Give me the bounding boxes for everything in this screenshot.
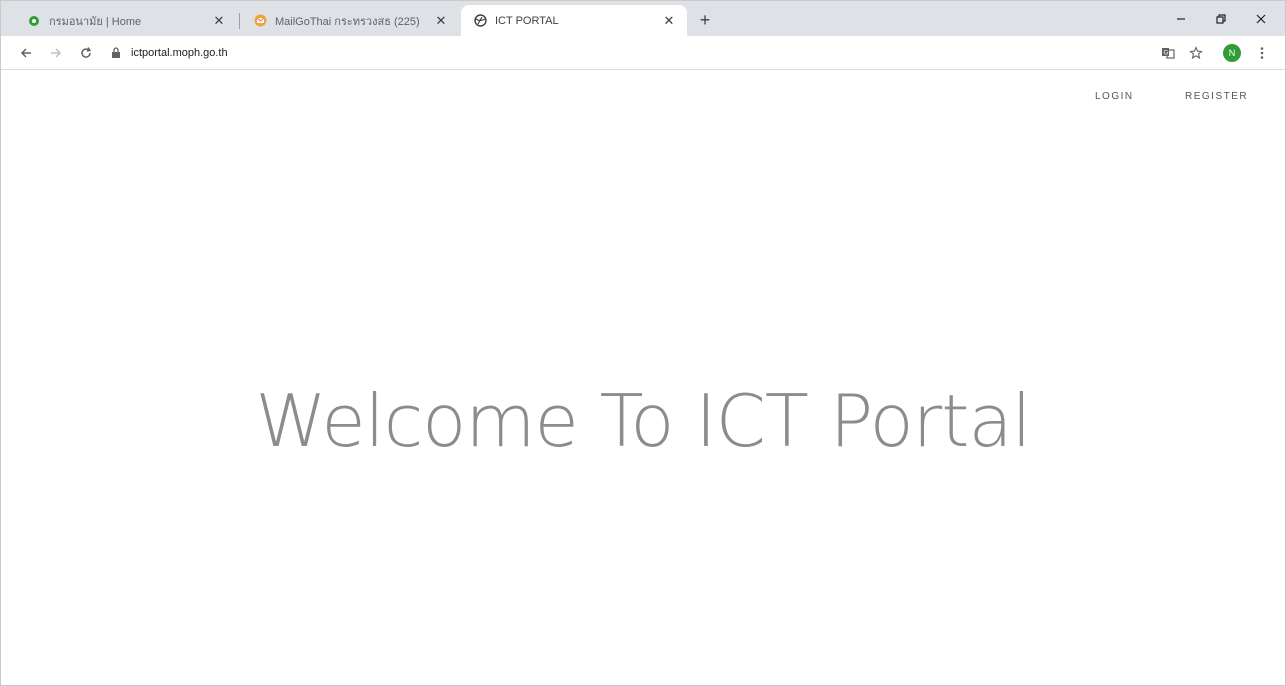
translate-button[interactable]: G <box>1157 42 1179 64</box>
browser-window: กรมอนามัย | Home ✕ MailGoThai กระทรวงสธ … <box>0 0 1286 686</box>
globe-icon <box>473 14 487 28</box>
back-button[interactable] <box>15 42 37 64</box>
menu-button[interactable] <box>1251 42 1273 64</box>
profile-button[interactable]: N <box>1221 42 1243 64</box>
minimize-button[interactable] <box>1161 1 1201 36</box>
register-link[interactable]: REGISTER <box>1185 91 1248 102</box>
page-content: LOGIN REGISTER Welcome To ICT Portal <box>1 70 1285 685</box>
new-tab-button[interactable]: + <box>695 10 715 30</box>
hero-heading: Welcome To ICT Portal <box>1 385 1285 457</box>
tab-title: MailGoThai กระทรวงสธ (225) <box>275 15 420 28</box>
tab-divider <box>239 13 240 29</box>
mail-icon <box>253 14 267 28</box>
welcome-text: Welcome To ICT Portal <box>255 379 1031 463</box>
minimize-icon <box>1177 17 1185 20</box>
green-circle-icon <box>27 14 41 28</box>
tab-ict-portal[interactable]: ICT PORTAL ✕ <box>461 5 687 36</box>
reload-button[interactable] <box>75 42 97 64</box>
restore-icon <box>1216 13 1226 24</box>
kebab-menu-icon <box>1260 47 1264 59</box>
translate-icon: G <box>1162 48 1175 59</box>
star-icon <box>1189 46 1203 60</box>
url-text[interactable]: ictportal.moph.go.th <box>131 47 228 59</box>
tab-anamai-home[interactable]: กรมอนามัย | Home ✕ <box>15 5 237 36</box>
browser-toolbar: ictportal.moph.go.th G N <box>1 36 1285 70</box>
login-link[interactable]: LOGIN <box>1095 91 1134 102</box>
forward-button[interactable] <box>45 42 67 64</box>
reload-icon <box>81 47 92 58</box>
bookmark-star-button[interactable] <box>1185 42 1207 64</box>
address-bar[interactable]: ictportal.moph.go.th <box>109 40 1199 66</box>
close-icon[interactable]: ✕ <box>211 13 227 29</box>
close-icon <box>1256 14 1266 23</box>
restore-button[interactable] <box>1201 1 1241 36</box>
svg-text:G: G <box>1164 50 1169 57</box>
tab-title: กรมอนามัย | Home <box>49 15 142 28</box>
avatar: N <box>1223 44 1241 62</box>
arrow-left-icon <box>20 48 31 58</box>
close-window-button[interactable] <box>1241 1 1281 36</box>
arrow-right-icon <box>51 48 62 58</box>
tab-strip: กรมอนามัย | Home ✕ MailGoThai กระทรวงสธ … <box>1 1 1285 36</box>
close-icon[interactable]: ✕ <box>433 13 449 29</box>
tab-mailgothai[interactable]: MailGoThai กระทรวงสธ (225) ✕ <box>241 5 459 36</box>
tab-title: ICT PORTAL <box>495 14 559 27</box>
close-icon[interactable]: ✕ <box>661 13 677 29</box>
lock-icon[interactable] <box>109 46 123 60</box>
